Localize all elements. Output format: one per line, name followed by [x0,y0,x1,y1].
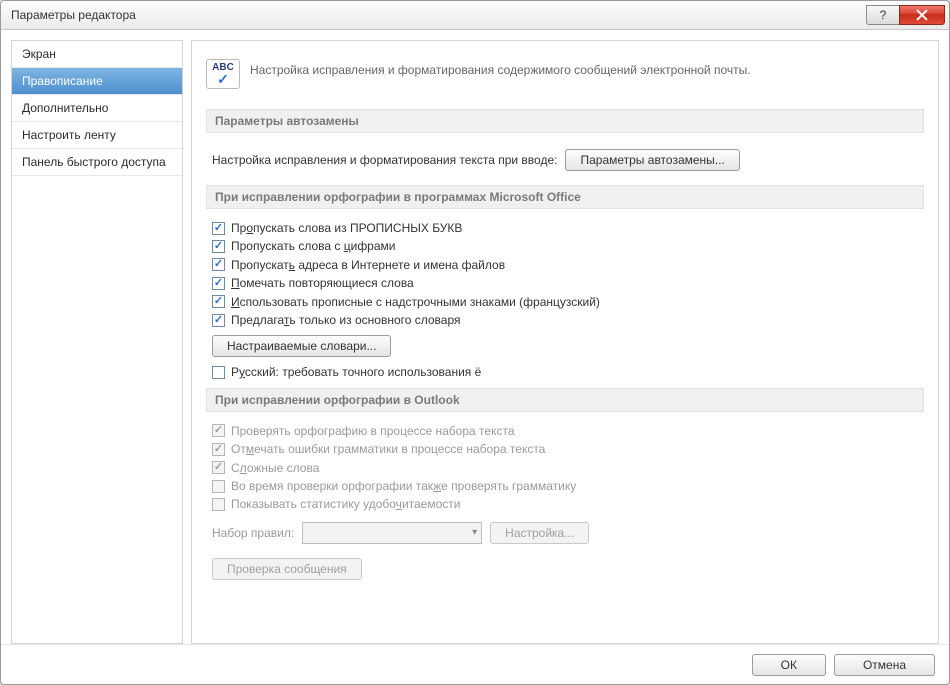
sidebar: Экран Правописание Дополнительно Настрои… [11,40,183,644]
opt-digits[interactable]: Пропускать слова с цифрами [206,237,924,255]
check-icon: ✓ [217,73,230,86]
checkbox-label: Показывать статистику удобочитаемости [231,497,460,511]
checkbox-label: Отмечать ошибки грамматики в процессе на… [231,442,545,456]
opt-russian-yo[interactable]: Русский: требовать точного использования… [206,363,924,381]
main-panel: ABC ✓ Настройка исправления и форматиров… [191,40,939,644]
checkbox[interactable] [212,258,225,271]
sidebar-item-label: Дополнительно [22,101,108,115]
checkbox [212,498,225,511]
opt-outlook-grammar-too: Во время проверки орфографии также прове… [206,477,924,495]
rule-set-label: Набор правил: [212,526,294,540]
titlebar: Параметры редактора ? [1,1,949,30]
checkbox-label: Проверять орфографию в процессе набора т… [231,424,515,438]
opt-outlook-grammar: Отмечать ошибки грамматики в процессе на… [206,440,924,458]
opt-repeated[interactable]: Помечать повторяющиеся слова [206,274,924,292]
custom-dictionaries-button[interactable]: Настраиваемые словари... [212,335,391,357]
sidebar-item-screen[interactable]: Экран [12,41,182,68]
recheck-message-button: Проверка сообщения [212,558,362,580]
intro-text: Настройка исправления и форматирования с… [250,59,751,77]
section-autocorrect-header: Параметры автозамены [206,109,924,133]
button-label: Настройка... [505,526,574,540]
help-button[interactable]: ? [866,5,900,25]
spelling-icon: ABC ✓ [206,59,240,89]
close-button[interactable] [899,5,945,25]
button-label: Параметры автозамены... [580,153,724,167]
dialog-footer: ОК Отмена [1,644,949,684]
opt-internet[interactable]: Пропускать адреса в Интернете и имена фа… [206,256,924,274]
checkbox-label: Русский: требовать точного использования… [231,365,481,379]
checkbox-label: Сложные слова [231,461,319,475]
sidebar-item-advanced[interactable]: Дополнительно [12,95,182,122]
button-label: Настраиваемые словари... [227,339,376,353]
checkbox-label: Во время проверки орфографии также прове… [231,479,576,493]
dialog-body: Экран Правописание Дополнительно Настрои… [1,30,949,644]
checkbox-label: Использовать прописные с надстрочными зн… [231,295,600,309]
button-label: ОК [781,658,797,672]
checkbox[interactable] [212,222,225,235]
checkbox[interactable] [212,240,225,253]
button-label: Проверка сообщения [227,562,347,576]
sidebar-item-label: Правописание [22,74,103,88]
opt-outlook-readability: Показывать статистику удобочитаемости [206,495,924,513]
opt-main-dict[interactable]: Предлагать только из основного словаря [206,311,924,329]
sidebar-item-customize-ribbon[interactable]: Настроить ленту [12,122,182,149]
sidebar-item-label: Настроить ленту [22,128,116,142]
checkbox [212,461,225,474]
opt-french[interactable]: Использовать прописные с надстрочными зн… [206,293,924,311]
section-office-spell-header: При исправлении орфографии в программах … [206,185,924,209]
autocorrect-prompt: Настройка исправления и форматирования т… [212,153,557,167]
checkbox [212,480,225,493]
checkbox-label: Помечать повторяющиеся слова [231,276,414,290]
editor-options-dialog: Параметры редактора ? Экран Правописание… [0,0,950,685]
window-title: Параметры редактора [11,8,867,22]
sidebar-item-spelling[interactable]: Правописание [12,68,182,95]
autocorrect-row: Настройка исправления и форматирования т… [206,143,924,179]
opt-outlook-spellcheck: Проверять орфографию в процессе набора т… [206,422,924,440]
sidebar-item-label: Панель быстрого доступа [22,155,166,169]
ok-button[interactable]: ОК [752,654,826,676]
checkbox[interactable] [212,277,225,290]
rule-set-dropdown: ▾ [302,522,482,544]
rule-settings-button: Настройка... [490,522,589,544]
sidebar-item-quick-access[interactable]: Панель быстрого доступа [12,149,182,176]
checkbox[interactable] [212,295,225,308]
opt-outlook-compound: Сложные слова [206,459,924,477]
checkbox-label: Пропускать адреса в Интернете и имена фа… [231,258,505,272]
window-buttons: ? [867,5,945,25]
section-outlook-spell-header: При исправлении орфографии в Outlook [206,388,924,412]
close-icon [916,9,928,21]
opt-uppercase[interactable]: Пропускать слова из ПРОПИСНЫХ БУКВ [206,219,924,237]
help-glyph: ? [880,8,887,22]
chevron-down-icon: ▾ [472,527,477,538]
autocorrect-options-button[interactable]: Параметры автозамены... [565,149,739,171]
checkbox[interactable] [212,366,225,379]
checkbox [212,424,225,437]
cancel-button[interactable]: Отмена [834,654,935,676]
checkbox-label: Пропускать слова из ПРОПИСНЫХ БУКВ [231,221,462,235]
intro-section: ABC ✓ Настройка исправления и форматиров… [206,53,924,103]
button-label: Отмена [863,658,906,672]
checkbox-label: Пропускать слова с цифрами [231,239,396,253]
checkbox [212,443,225,456]
sidebar-item-label: Экран [22,47,56,61]
checkbox-label: Предлагать только из основного словаря [231,313,461,327]
checkbox[interactable] [212,314,225,327]
rules-row: Набор правил: ▾ Настройка... [206,514,924,552]
